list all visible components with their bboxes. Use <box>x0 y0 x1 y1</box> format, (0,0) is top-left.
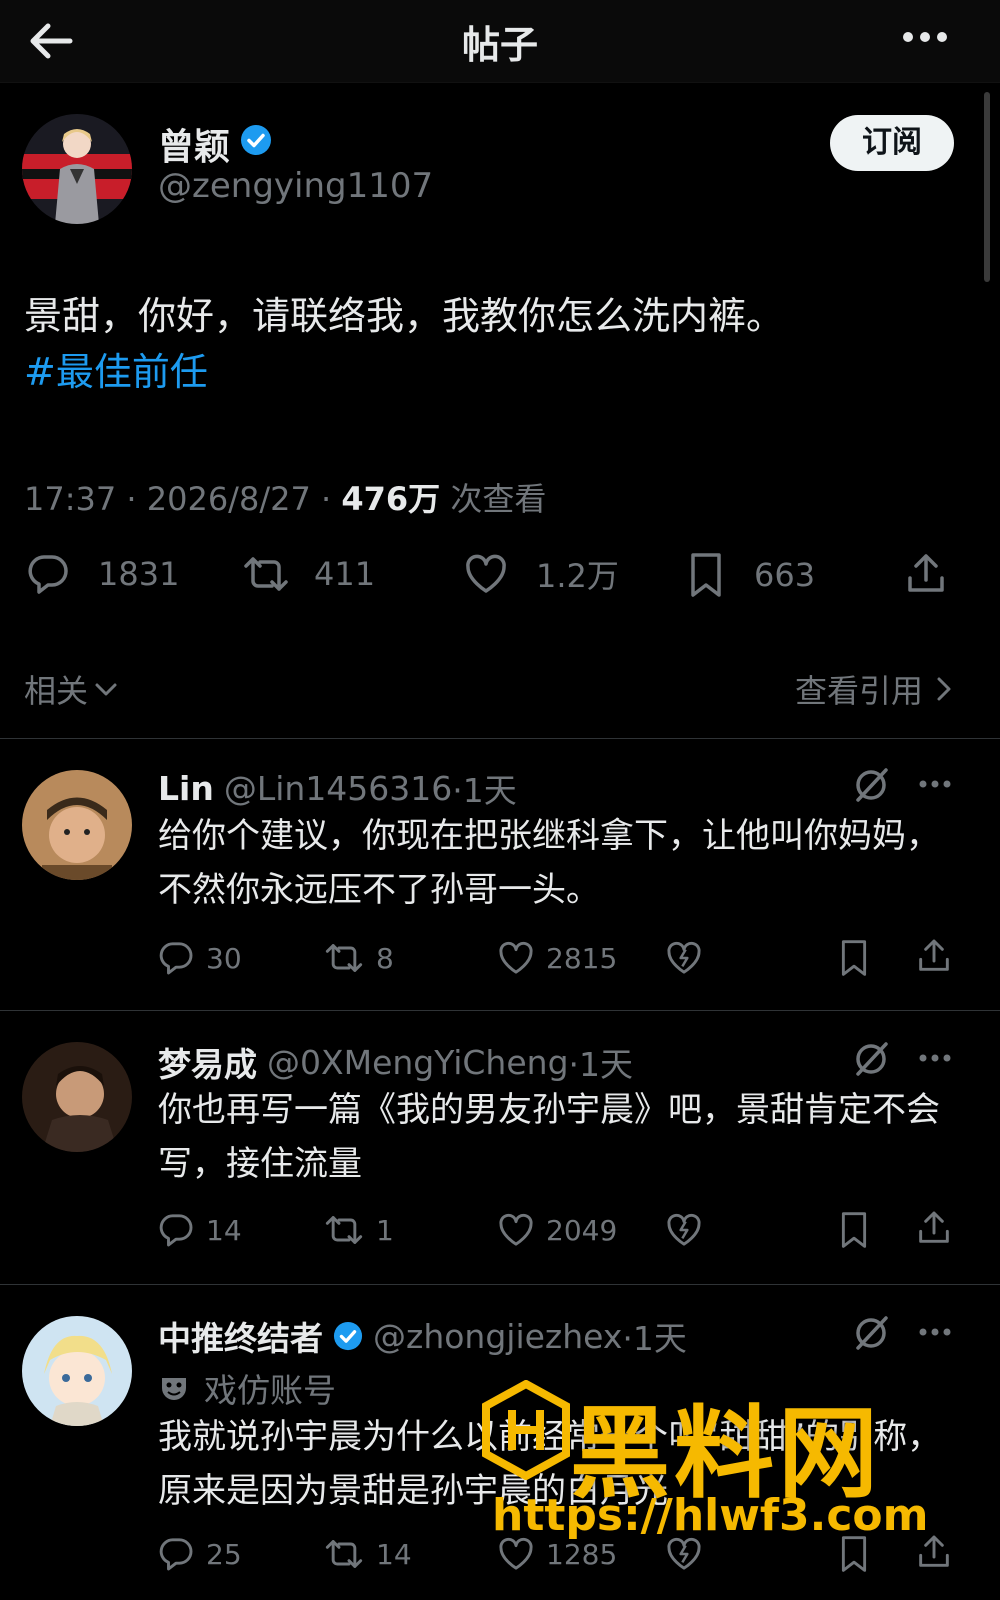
repost-icon <box>325 1540 363 1568</box>
like-button[interactable]: 1.2万 <box>462 550 619 598</box>
reply-reply-button[interactable]: 25 <box>156 1534 242 1574</box>
reply-more-icon[interactable] <box>918 1326 952 1338</box>
view-quotes-label: 查看引用 <box>795 672 924 710</box>
verified-badge-icon <box>240 124 272 156</box>
author-name[interactable]: 曾颖 <box>158 118 230 170</box>
heart-icon <box>499 941 533 974</box>
repost-button[interactable]: 411 <box>240 550 375 598</box>
reply-more-icon[interactable] <box>918 1052 952 1064</box>
page-title: 帖子 <box>461 23 538 67</box>
reply-time: ·1天 <box>452 771 517 810</box>
reply-like-button[interactable]: 2049 <box>496 1210 617 1250</box>
author-handle[interactable]: @zengying1107 <box>158 166 433 206</box>
subscribe-button[interactable]: 订阅 <box>830 115 954 171</box>
scrollbar[interactable] <box>984 92 990 282</box>
related-dropdown[interactable]: 相关 <box>24 666 120 712</box>
reply-like-button[interactable]: 2815 <box>496 938 617 978</box>
reply-text: 给你个建议，你现在把张继科拿下，让他叫你妈妈，不然你永远压不了孙哥一头。 <box>158 816 940 910</box>
reply-header: 梦易成 @0XMengYiCheng ·1天 <box>158 1038 633 1086</box>
post-meta: 17:37 · 2026/8/27 · 476万 次查看 <box>24 474 546 520</box>
repost-icon <box>325 944 363 972</box>
reply-author-handle[interactable]: @Lin1456316 <box>224 769 452 808</box>
divider <box>0 1010 1000 1011</box>
reply-avatar[interactable] <box>22 770 132 880</box>
view-quotes-link[interactable]: 查看引用 <box>795 666 955 712</box>
repost-count: 14 <box>376 1537 412 1571</box>
views-count: 476万 <box>341 480 441 518</box>
reply-icon <box>159 1214 193 1247</box>
grok-icon[interactable] <box>852 766 890 804</box>
reply-more-icon[interactable] <box>918 778 952 790</box>
reply-repost-button[interactable]: 1 <box>322 1210 394 1250</box>
reply-button[interactable]: 1831 <box>24 550 179 598</box>
related-label: 相关 <box>24 672 89 710</box>
share-icon[interactable] <box>914 936 954 976</box>
chevron-right-icon <box>937 677 951 701</box>
reply-icon <box>28 555 68 594</box>
reply-time: ·1天 <box>568 1045 634 1084</box>
author-avatar[interactable] <box>22 114 132 224</box>
bookmark-icon <box>691 553 721 597</box>
chevron-down-icon <box>95 683 117 696</box>
dislike-heart-icon[interactable] <box>664 1210 704 1250</box>
reply-count: 1831 <box>98 555 180 593</box>
bookmark-count: 663 <box>754 556 816 594</box>
hashtag-link[interactable]: #最佳前任 <box>24 344 974 400</box>
like-count: 1285 <box>546 1537 618 1571</box>
reply-author-name[interactable]: 梦易成 <box>158 1038 257 1086</box>
reply-text: 你也再写一篇《我的男友孙宇晨》吧，景甜肯定不会写，接住流量 <box>158 1090 940 1184</box>
like-count: 2815 <box>546 941 618 975</box>
repost-count: 411 <box>314 555 376 593</box>
reply-author-handle[interactable]: @0XMengYiCheng <box>267 1043 569 1082</box>
repost-icon <box>244 557 288 591</box>
share-icon[interactable] <box>902 550 950 598</box>
more-options-icon[interactable] <box>900 22 950 52</box>
reply-icon <box>159 942 193 975</box>
reply-time: ·1天 <box>622 1319 687 1358</box>
repost-icon <box>325 1216 363 1244</box>
post-text: 景甜，你好，请联络我，我教你怎么洗内裤。 <box>24 294 785 338</box>
reply-author-name[interactable]: 中推终结者 <box>158 1312 323 1360</box>
watermark-logo-icon <box>478 1379 574 1484</box>
like-count: 2049 <box>546 1213 618 1247</box>
grok-icon[interactable] <box>852 1314 890 1352</box>
reply-avatar[interactable] <box>22 1042 132 1152</box>
grok-icon[interactable] <box>852 1040 890 1078</box>
reply-reply-button[interactable]: 14 <box>156 1210 242 1250</box>
reply-repost-button[interactable]: 14 <box>322 1534 412 1574</box>
reply-count: 25 <box>206 1537 242 1571</box>
bookmark-icon[interactable] <box>836 1208 872 1252</box>
reply-header: Lin @Lin1456316 ·1天 <box>158 764 517 812</box>
repost-count: 8 <box>376 941 394 975</box>
watermark-url: https://hlwf3.com <box>492 1490 929 1541</box>
reply-header: 中推终结者 @zhongjiezhex ·1天 <box>158 1312 687 1360</box>
parody-label: 戏仿账号 <box>158 1364 336 1412</box>
share-icon[interactable] <box>914 1208 954 1248</box>
post-body: 景甜，你好，请联络我，我教你怎么洗内裤。 #最佳前任 <box>24 288 974 400</box>
parody-text: 戏仿账号 <box>204 1371 336 1410</box>
heart-icon <box>499 1213 533 1246</box>
dislike-heart-icon[interactable] <box>664 938 704 978</box>
bookmark-button[interactable]: 663 <box>684 550 815 600</box>
divider <box>0 738 1000 739</box>
like-count: 1.2万 <box>536 557 619 595</box>
reply-reply-button[interactable]: 30 <box>156 938 242 978</box>
bookmark-icon[interactable] <box>836 936 872 980</box>
reply-author-handle[interactable]: @zhongjiezhex <box>373 1317 622 1356</box>
mask-icon <box>162 1378 186 1400</box>
views-label: 次查看 <box>440 480 547 518</box>
reply-author-name[interactable]: Lin <box>158 769 214 808</box>
reply-avatar[interactable] <box>22 1316 132 1426</box>
reply-count: 30 <box>206 941 242 975</box>
verified-badge-icon <box>333 1321 363 1351</box>
heart-icon <box>466 554 506 593</box>
divider <box>0 1284 1000 1285</box>
reply-icon <box>159 1538 193 1571</box>
reply-count: 14 <box>206 1213 242 1247</box>
repost-count: 1 <box>376 1213 394 1247</box>
post-time: 17:37 · 2026/8/27 · <box>24 480 342 518</box>
reply-repost-button[interactable]: 8 <box>322 938 394 978</box>
